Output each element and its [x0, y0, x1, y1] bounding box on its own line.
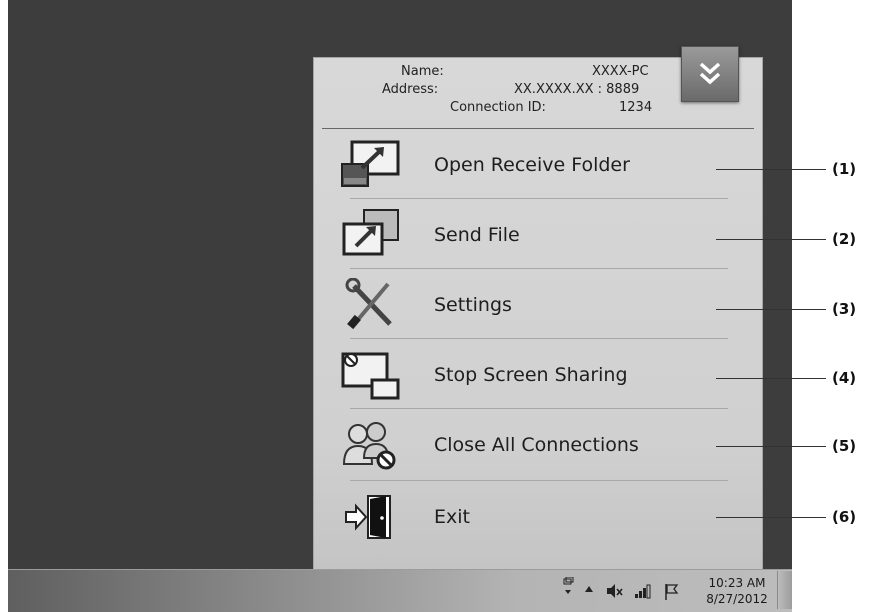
clock-time: 10:23 AM — [708, 576, 766, 590]
callout-line-3 — [716, 309, 826, 310]
address-value: XX.XXXX.XX : 8889 — [514, 82, 640, 97]
send-file-label: Send File — [434, 224, 520, 246]
callout-5: (5) — [832, 437, 857, 455]
exit-door-icon — [345, 495, 391, 539]
callout-2: (2) — [832, 230, 857, 248]
menu-item-stop-screen-sharing[interactable]: Stop Screen Sharing — [328, 344, 742, 408]
network-tray-icon[interactable] — [561, 577, 575, 599]
send-file-icon — [342, 209, 399, 256]
settings-tools-icon — [345, 278, 392, 330]
double-chevron-down-icon — [699, 62, 721, 85]
menu-divider — [350, 198, 728, 199]
menu-item-send-file[interactable]: Send File — [328, 204, 742, 268]
callout-3: (3) — [832, 300, 857, 318]
menu-divider — [350, 480, 728, 481]
taskbar-clock[interactable]: 10:23 AM 8/27/2012 — [702, 575, 772, 607]
name-label: Name: — [401, 64, 444, 79]
settings-label: Settings — [434, 294, 512, 316]
callout-6: (6) — [832, 508, 857, 526]
menu-item-settings[interactable]: Settings — [328, 274, 742, 338]
menu-divider — [350, 338, 728, 339]
speaker-muted-icon[interactable] — [606, 583, 624, 599]
connection-id-label: Connection ID: — [450, 100, 546, 115]
close-connections-icon — [342, 422, 396, 470]
exit-label: Exit — [434, 506, 470, 528]
open-receive-folder-label: Open Receive Folder — [434, 154, 630, 176]
callout-4: (4) — [832, 369, 857, 387]
callout-line-5 — [716, 446, 826, 447]
open-folder-icon — [341, 140, 400, 187]
callout-line-4 — [716, 378, 826, 379]
signal-strength-icon[interactable] — [634, 583, 652, 599]
menu-item-exit[interactable]: Exit — [328, 486, 742, 550]
connection-panel: Name: XXXX-PC Address: XX.XXXX.XX : 8889… — [314, 46, 762, 570]
callout-line-2 — [716, 239, 826, 240]
show-hidden-icons-icon[interactable] — [583, 583, 595, 595]
menu-item-open-receive-folder[interactable]: Open Receive Folder — [328, 134, 742, 198]
action-center-flag-icon[interactable] — [664, 583, 680, 601]
close-all-connections-label: Close All Connections — [434, 434, 639, 456]
menu-divider — [350, 268, 728, 269]
show-desktop-button[interactable] — [777, 571, 792, 609]
clock-date: 8/27/2012 — [706, 592, 768, 606]
connection-id-value: 1234 — [619, 100, 653, 115]
callout-1: (1) — [832, 160, 857, 178]
menu-divider — [350, 408, 728, 409]
name-value: XXXX-PC — [592, 64, 649, 79]
stop-sharing-icon — [341, 352, 400, 400]
callout-line-1 — [716, 169, 826, 170]
collapse-button[interactable] — [681, 46, 739, 102]
address-label: Address: — [382, 82, 439, 97]
callout-line-6 — [716, 517, 826, 518]
stop-screen-sharing-label: Stop Screen Sharing — [434, 364, 628, 386]
info-divider — [322, 128, 754, 129]
menu-item-close-all-connections[interactable]: Close All Connections — [328, 414, 742, 478]
